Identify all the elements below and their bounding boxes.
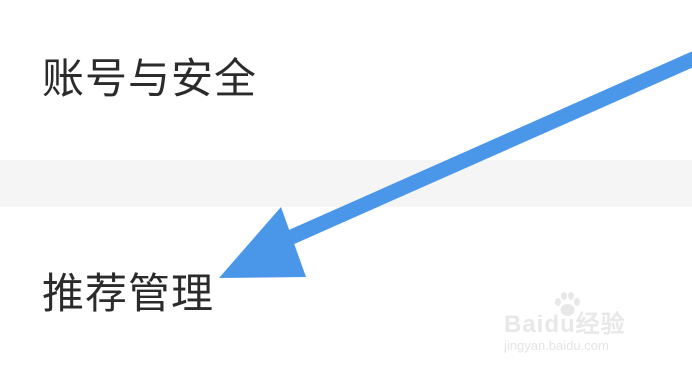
settings-item-label: 账号与安全: [42, 54, 258, 103]
settings-item-label: 推荐管理: [42, 269, 215, 318]
settings-item-account-security[interactable]: 账号与安全: [0, 0, 692, 160]
baidu-jingyan-watermark: Baidu经验 jingyan.baidu.com: [504, 292, 674, 356]
watermark-url: jingyan.baidu.com: [504, 338, 609, 353]
section-divider: [0, 160, 692, 207]
watermark-logo-text: Baidu经验: [504, 311, 626, 338]
